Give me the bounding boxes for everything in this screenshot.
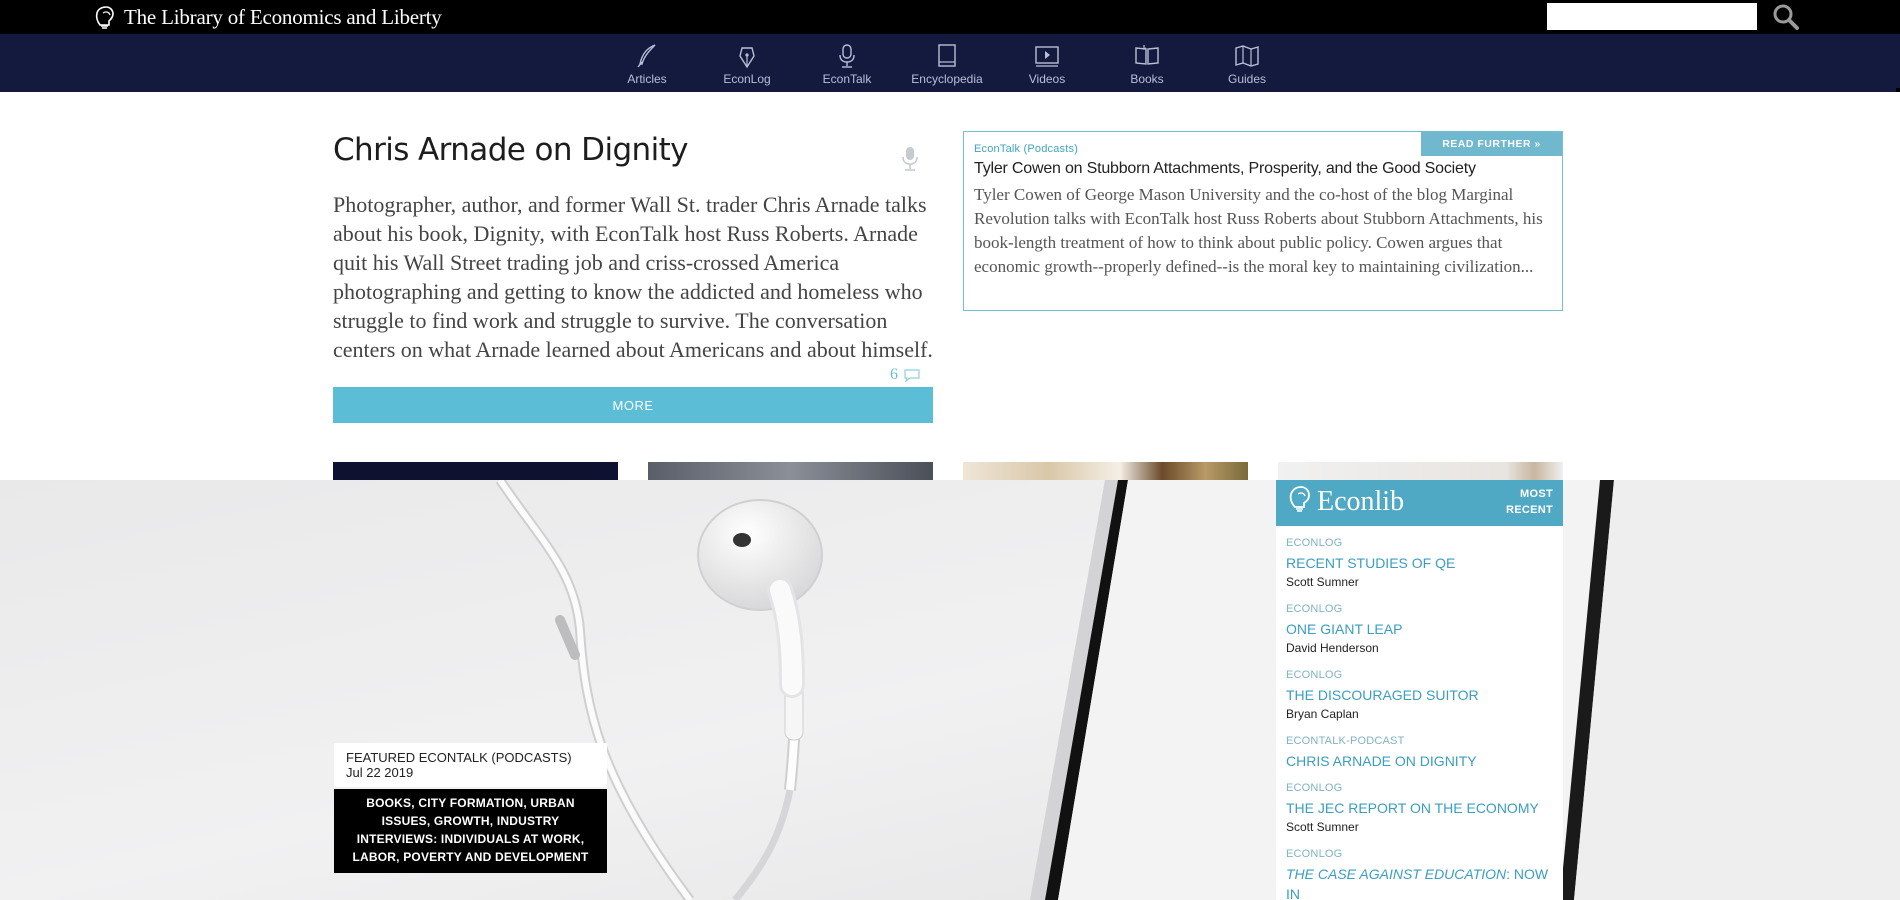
- site-name: The Library of Economics and Liberty: [124, 4, 442, 29]
- sidebar-heading: MOST RECENT: [1493, 486, 1553, 518]
- article-title[interactable]: Chris Arnade on Dignity: [333, 132, 689, 168]
- sidebar-heading-most: MOST: [1520, 488, 1553, 500]
- list-item: ECONTALK-PODCAST CHRIS ARNADE ON DIGNITY: [1286, 734, 1556, 771]
- list-item: ECONLOG THE DISCOURAGED SUITOR Bryan Cap…: [1286, 668, 1556, 722]
- item-category: ECONLOG: [1286, 603, 1343, 615]
- read-further-title[interactable]: Tyler Cowen on Stubborn Attachments, Pro…: [974, 160, 1476, 178]
- comment-bubble-icon: [904, 369, 920, 382]
- thumbnail-image[interactable]: [648, 462, 933, 480]
- nav-item-books[interactable]: Books: [1097, 34, 1197, 92]
- book-icon: [938, 44, 956, 67]
- main-nav: Articles EconLog EconTalk Encyclopedia V…: [0, 34, 1900, 92]
- microphone-icon: [902, 147, 918, 171]
- item-category: ECONLOG: [1286, 848, 1343, 860]
- microphone-icon: [839, 44, 855, 68]
- video-icon: [1035, 46, 1059, 67]
- list-item: ECONLOG THE CASE AGAINST EDUCATION: NOW …: [1286, 847, 1556, 900]
- earphones-photo: [0, 480, 1900, 900]
- quill-icon: [637, 44, 656, 68]
- nav-item-articles[interactable]: Articles: [597, 34, 697, 92]
- search-input[interactable]: [1547, 3, 1757, 30]
- nav-label: Articles: [627, 72, 667, 86]
- list-item: ECONLOG THE JEC REPORT ON THE ECONOMY Sc…: [1286, 781, 1556, 835]
- comment-count: 6: [890, 366, 898, 383]
- item-title-link[interactable]: RECENT STUDIES OF QE: [1286, 553, 1556, 573]
- item-author: Scott Sumner: [1286, 575, 1359, 589]
- search-icon: [1773, 4, 1799, 30]
- more-button[interactable]: MORE: [333, 387, 933, 423]
- lightbulb-logo-icon: [1289, 486, 1310, 512]
- thumbnail-image[interactable]: [963, 462, 1248, 480]
- nav-item-econlog[interactable]: EconLog: [697, 34, 797, 92]
- read-further-box: EconTalk (Podcasts) READ FURTHER » Tyler…: [963, 131, 1563, 311]
- comment-count-link[interactable]: 6: [890, 366, 921, 384]
- open-book-icon: [1135, 45, 1159, 65]
- site-brand[interactable]: The Library of Economics and Liberty: [94, 2, 442, 32]
- featured-label: FEATURED ECONTALK (PODCASTS): [346, 750, 572, 765]
- item-category: ECONLOG: [1286, 782, 1343, 794]
- item-category: ECONTALK-PODCAST: [1286, 735, 1405, 747]
- read-further-button[interactable]: READ FURTHER »: [1421, 132, 1562, 156]
- nav-item-videos[interactable]: Videos: [997, 34, 1097, 92]
- item-category: ECONLOG: [1286, 537, 1343, 549]
- thumbnail-image[interactable]: [333, 462, 618, 480]
- nav-label: EconTalk: [822, 72, 872, 86]
- nav-label: EconLog: [723, 72, 771, 86]
- item-author: David Henderson: [1286, 641, 1379, 655]
- recent-list: ECONLOG RECENT STUDIES OF QE Scott Sumne…: [1286, 536, 1556, 900]
- nav-label: Encyclopedia: [911, 72, 983, 86]
- item-author: Bryan Caplan: [1286, 707, 1359, 721]
- read-further-description: Tyler Cowen of George Mason University a…: [974, 185, 1543, 276]
- sidebar-header: Econlib MOST RECENT: [1276, 480, 1563, 526]
- item-title-link[interactable]: ONE GIANT LEAP: [1286, 619, 1556, 639]
- scroll-indicator: [1896, 88, 1900, 92]
- item-category: ECONLOG: [1286, 669, 1343, 681]
- item-title-link[interactable]: THE DISCOURAGED SUITOR: [1286, 685, 1556, 705]
- nav-label: Guides: [1227, 72, 1267, 86]
- thumbnail-image[interactable]: [1278, 462, 1563, 480]
- list-item: ECONLOG ONE GIANT LEAP David Henderson: [1286, 602, 1556, 656]
- item-title-italic: THE CASE AGAINST EDUCATION: [1286, 866, 1507, 882]
- nav-label: Videos: [1028, 72, 1066, 86]
- sidebar-brand: Econlib: [1317, 486, 1405, 517]
- search-button[interactable]: [1772, 3, 1800, 31]
- read-further-category[interactable]: EconTalk (Podcasts): [974, 143, 1078, 155]
- featured-tags[interactable]: BOOKS, CITY FORMATION, URBAN ISSUES, GRO…: [334, 789, 607, 873]
- nav-item-guides[interactable]: Guides: [1197, 34, 1297, 92]
- nav-label: Books: [1130, 72, 1164, 86]
- item-title-link[interactable]: THE CASE AGAINST EDUCATION: NOW IN: [1286, 864, 1556, 900]
- map-icon: [1235, 45, 1259, 67]
- item-author: Scott Sumner: [1286, 820, 1359, 834]
- item-title-link[interactable]: CHRIS ARNADE ON DIGNITY: [1286, 751, 1556, 771]
- item-title-link[interactable]: THE JEC REPORT ON THE ECONOMY: [1286, 798, 1556, 818]
- featured-card[interactable]: FEATURED ECONTALK (PODCASTS) Jul 22 2019: [334, 743, 607, 787]
- pen-nib-icon: [739, 47, 755, 69]
- lightbulb-logo-icon: [95, 6, 114, 29]
- list-item: ECONLOG RECENT STUDIES OF QE Scott Sumne…: [1286, 536, 1556, 590]
- nav-item-encyclopedia[interactable]: Encyclopedia: [897, 34, 997, 92]
- hero-image: FEATURED ECONTALK (PODCASTS) Jul 22 2019…: [0, 480, 1900, 900]
- most-recent-sidebar: Econlib MOST RECENT ECONLOG RECENT STUDI…: [1276, 480, 1563, 900]
- nav-item-econtalk[interactable]: EconTalk: [797, 34, 897, 92]
- article-summary: Photographer, author, and former Wall St…: [333, 192, 933, 362]
- featured-date: Jul 22 2019: [346, 765, 414, 780]
- top-bar: The Library of Economics and Liberty: [0, 0, 1900, 34]
- sidebar-heading-recent: RECENT: [1505, 504, 1553, 516]
